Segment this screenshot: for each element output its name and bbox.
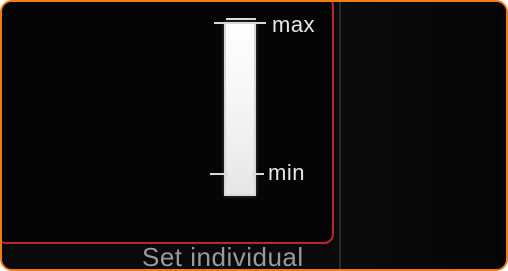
divider bbox=[339, 2, 341, 269]
screen-frame: max min Set individual bbox=[0, 0, 508, 271]
level-bar[interactable] bbox=[224, 22, 256, 196]
max-label: max bbox=[272, 12, 316, 37]
min-tick-right bbox=[252, 173, 264, 175]
max-tick-left bbox=[214, 22, 228, 24]
max-tick-right bbox=[252, 22, 266, 24]
set-individual-caption: Set individual bbox=[142, 242, 304, 271]
min-tick-left bbox=[210, 173, 228, 175]
bar-top-cap bbox=[226, 18, 256, 20]
right-panel bbox=[338, 2, 506, 269]
min-label: min bbox=[268, 160, 305, 185]
